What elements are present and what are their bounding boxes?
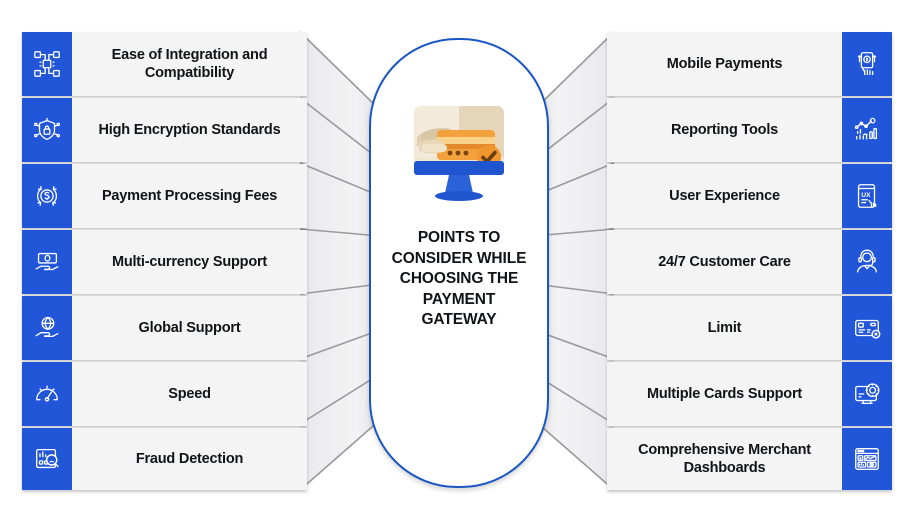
list-item[interactable]: Multi-currency Support — [22, 230, 307, 294]
list-item-label: Global Support — [138, 319, 241, 336]
list-item[interactable]: High Encryption Standards — [22, 98, 307, 162]
list-item[interactable]: Mobile Payments — [607, 32, 892, 96]
svg-text:UX: UX — [861, 192, 871, 199]
list-item-label: 24/7 Customer Care — [658, 253, 791, 270]
list-item-label: Reporting Tools — [670, 121, 779, 138]
dashboard-window-icon — [842, 428, 892, 490]
list-item-label: High Encryption Standards — [98, 121, 281, 138]
title-line: PAYMENT — [422, 290, 496, 308]
fraud-magnifier-icon — [22, 428, 72, 490]
shield-lock-icon — [22, 98, 72, 162]
list-item-label: Fraud Detection — [135, 450, 244, 467]
list-item[interactable]: Speed — [22, 362, 307, 426]
list-item[interactable]: Multiple Cards Support — [607, 362, 892, 426]
list-item-label: Mobile Payments — [666, 55, 783, 72]
list-item[interactable]: UX User Experience — [607, 164, 892, 228]
page-title: POINTS TO CONSIDER WHILE CHOOSING THE PA… — [379, 228, 539, 331]
left-column: Ease of Integration and Compatibility Hi… — [22, 32, 307, 490]
right-column: Mobile Payments Reporting Tools UX User … — [607, 32, 892, 490]
list-item[interactable]: Fraud Detection — [22, 428, 307, 490]
list-item-label: Speed — [168, 385, 211, 402]
mobile-payment-icon — [842, 32, 892, 96]
title-line: CONSIDER WHILE — [391, 249, 527, 267]
list-item-label: Limit — [707, 319, 742, 336]
speedometer-icon — [22, 362, 72, 426]
card-limit-icon — [842, 296, 892, 360]
banknote-hand-icon — [22, 230, 72, 294]
network-nodes-icon — [22, 32, 72, 96]
center-hub: POINTS TO CONSIDER WHILE CHOOSING THE PA… — [369, 38, 549, 488]
list-item[interactable]: Comprehensive Merchant Dashboards — [607, 428, 892, 490]
list-item-label: User Experience — [669, 187, 780, 204]
list-item-label: Comprehensive Merchant Dashboards — [638, 441, 811, 476]
left-connectors — [299, 31, 381, 491]
monitor-gear-card-icon — [842, 362, 892, 426]
list-item-label: Multi-currency Support — [111, 253, 268, 270]
monitor-credit-card-approved-illustration — [401, 102, 517, 206]
list-item[interactable]: Payment Processing Fees — [22, 164, 307, 228]
list-item[interactable]: 24/7 Customer Care — [607, 230, 892, 294]
ux-mobile-icon: UX — [842, 164, 892, 228]
dollar-refresh-icon — [22, 164, 72, 228]
list-item[interactable]: Ease of Integration and Compatibility — [22, 32, 307, 96]
list-item[interactable]: Global Support — [22, 296, 307, 360]
list-item-label: Ease of Integration and Compatibility — [111, 46, 268, 81]
list-item-label: Payment Processing Fees — [101, 187, 278, 204]
list-item-label: Multiple Cards Support — [646, 385, 803, 402]
title-line: GATEWAY — [421, 311, 497, 329]
list-item[interactable]: Reporting Tools — [607, 98, 892, 162]
title-line: CHOOSING THE — [399, 270, 519, 288]
analytics-report-icon — [842, 98, 892, 162]
list-item[interactable]: Limit — [607, 296, 892, 360]
globe-hand-icon — [22, 296, 72, 360]
infographic-canvas: Ease of Integration and Compatibility Hi… — [0, 0, 914, 521]
title-line: POINTS TO — [417, 229, 501, 246]
headset-agent-icon — [842, 230, 892, 294]
